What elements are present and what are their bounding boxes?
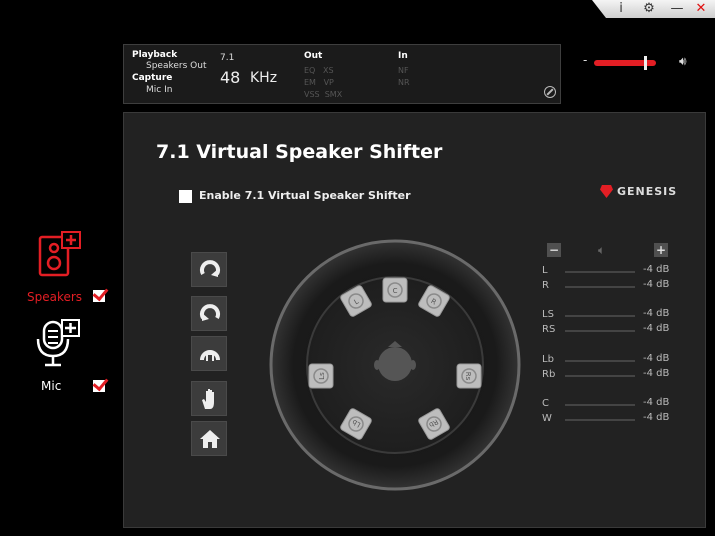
playback-device: Speakers Out [146,61,207,71]
svg-text:C: C [393,287,398,295]
channel-label-r: R [542,280,549,291]
out-effects-row1: EQ XS [304,66,334,75]
mic-checkbox[interactable] [93,380,105,392]
home-position-button[interactable] [191,421,227,456]
channel-db-c: -4 dB [643,397,670,408]
volume-slider-track[interactable] [594,60,656,66]
channel-level-slider-ls[interactable] [565,315,635,317]
level-increase-button[interactable]: + [654,243,668,257]
mic-device-icon[interactable] [34,319,82,371]
channel-level-slider-w[interactable] [565,419,635,421]
panel-title: 7.1 Virtual Speaker Shifter [156,141,443,163]
channel-db-rs: -4 dB [643,323,670,334]
channel-level-slider-c[interactable] [565,404,635,406]
close-button[interactable]: ✕ [692,0,710,18]
master-volume: - 🔊︎ [583,53,698,70]
speaker-stage: C L R Ls Rs Lb Rb [268,238,522,492]
enable-shifter-label[interactable]: Enable 7.1 Virtual Speaker Shifter [199,189,411,202]
hand-icon [202,389,214,409]
capture-label: Capture [132,73,173,83]
brand-name: GENESIS [617,185,678,198]
speaker-shifter-panel: 7.1 Virtual Speaker Shifter Enable 7.1 V… [123,112,706,528]
brand-logo: GENESIS [600,185,677,198]
channel-db-w: -4 dB [643,412,670,423]
reset-rotation-button[interactable] [191,336,227,371]
level-speaker-icon: 🔈︎ [598,243,606,257]
channel-label-rb: Rb [542,369,556,380]
channel-db-ls: -4 dB [643,308,670,319]
speaker-mark-c[interactable]: C [382,277,408,303]
speaker-mark-ls[interactable]: Ls [308,363,334,389]
channel-db-rb: -4 dB [643,368,670,379]
out-effects-row3: VSS SMX [304,90,343,99]
rotate-left-icon [200,304,220,321]
title-bar: i ⚙ — ✕ [592,0,715,18]
channel-level-slider-l[interactable] [565,271,635,273]
channel-label-w: W [542,413,552,424]
speakers-device-icon[interactable] [38,231,82,281]
level-decrease-button[interactable]: − [547,243,561,257]
channel-db-lb: -4 dB [643,353,670,364]
home-icon [200,430,220,448]
playback-label: Playback [132,50,178,60]
reset-rotation-icon [200,350,220,361]
channel-db-r: -4 dB [643,279,670,290]
drag-mode-button[interactable] [191,381,227,416]
out-label: Out [304,51,323,61]
rotate-right-icon [200,260,220,277]
mic-label[interactable]: Mic [41,379,61,393]
channel-level-slider-r[interactable] [565,286,635,288]
channel-label-ls: LS [542,309,554,320]
in-effects-row1: NF [398,66,409,75]
channel-label-c: C [542,398,549,409]
sample-unit: KHz [250,70,278,86]
minimize-button[interactable]: — [668,0,686,18]
speaker-icon[interactable]: 🔊︎ [679,54,687,69]
in-effects-row2: NR [398,78,410,87]
svg-text:Ls: Ls [318,372,326,380]
speaker-mark-rs[interactable]: Rs [456,363,482,389]
channel-label-rs: RS [542,324,556,335]
gear-icon[interactable]: ⚙ [640,0,658,18]
advanced-settings-icon[interactable] [544,86,556,98]
capture-device: Mic In [146,85,173,95]
rotate-clockwise-button[interactable] [191,252,227,287]
sample-rate: 48 [220,68,241,87]
channel-db-l: -4 dB [643,264,670,275]
channel-level-slider-rs[interactable] [565,330,635,332]
in-label: In [398,51,408,61]
device-info-panel: Playback Speakers Out Capture Mic In 7.1… [123,44,561,104]
channel-level-slider-rb[interactable] [565,375,635,377]
volume-slider-knob[interactable] [643,56,647,70]
channel-label-l: L [542,265,548,276]
enable-shifter-checkbox[interactable] [179,190,192,203]
out-effects-row2: EM VP [304,78,334,87]
volume-minus-icon: - [583,53,588,67]
speakers-checkbox[interactable] [93,290,105,302]
channel-label-lb: Lb [542,354,554,365]
channel-level-slider-lb[interactable] [565,360,635,362]
info-icon[interactable]: i [612,0,630,18]
channel-mode: 7.1 [220,53,235,63]
genesis-logo-icon [600,185,613,198]
rotate-counterclockwise-button[interactable] [191,296,227,331]
svg-text:Rs: Rs [464,372,472,381]
speakers-label[interactable]: Speakers [27,290,82,304]
